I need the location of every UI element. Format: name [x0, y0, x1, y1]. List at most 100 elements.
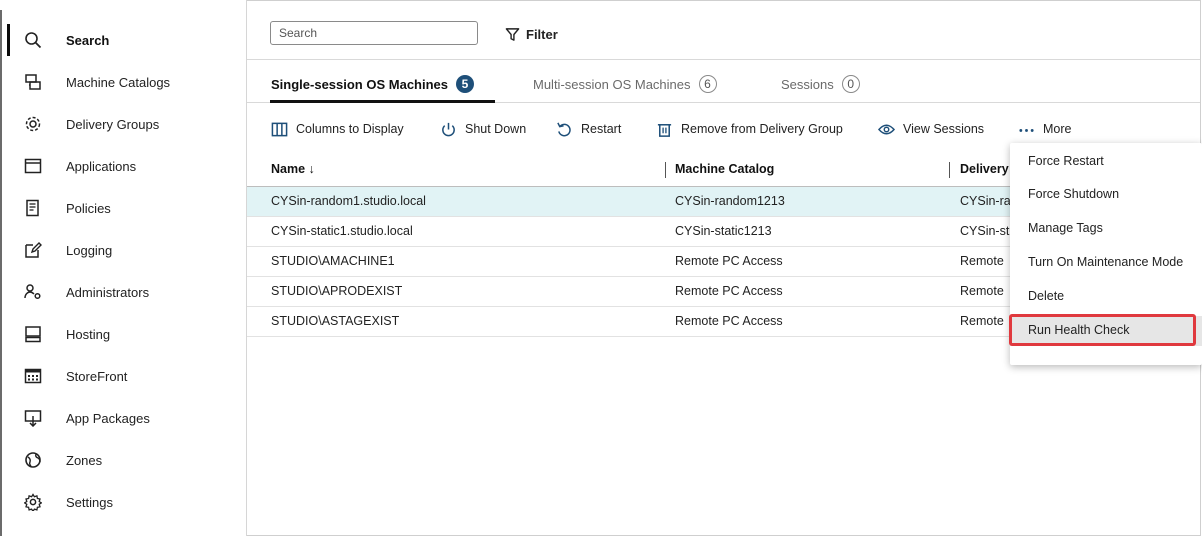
- sidebar-item-zones[interactable]: Zones: [0, 440, 246, 480]
- sidebar-item-policies[interactable]: Policies: [0, 188, 246, 228]
- menu-item-label: Force Shutdown: [1028, 187, 1120, 201]
- settings-icon: [24, 493, 42, 511]
- shut-down-button[interactable]: Shut Down: [440, 120, 526, 138]
- cell-machine-catalog: Remote PC Access: [675, 254, 783, 268]
- sidebar-item-label: Logging: [66, 242, 113, 258]
- view-sessions-button[interactable]: View Sessions: [878, 120, 984, 138]
- menu-item-label: Force Restart: [1028, 154, 1104, 168]
- applications-icon: [24, 157, 42, 175]
- more-dots-icon: [1019, 128, 1034, 132]
- filter-button[interactable]: Filter: [505, 24, 558, 44]
- cell-delivery: CYSin-st: [960, 224, 1010, 238]
- columns-to-display-label: Columns to Display: [296, 122, 404, 136]
- sidebar-item-label: Delivery Groups: [66, 116, 160, 132]
- machine-catalogs-icon: [24, 73, 42, 91]
- remove-from-delivery-group-label: Remove from Delivery Group: [681, 122, 843, 136]
- hosting-icon: [24, 325, 42, 343]
- cell-delivery: Remote: [960, 254, 1004, 268]
- search-box: [270, 21, 478, 45]
- cell-name: CYSin-random1.studio.local: [271, 194, 426, 208]
- sidebar-item-label: Machine Catalogs: [66, 74, 171, 90]
- sidebar-item-applications[interactable]: Applications: [0, 146, 246, 186]
- policies-icon: [24, 199, 42, 217]
- delivery-groups-icon: [24, 115, 42, 133]
- column-separator[interactable]: [949, 162, 950, 178]
- column-header-name[interactable]: Name ↓: [271, 162, 315, 176]
- column-header-delivery[interactable]: Delivery: [960, 162, 1009, 176]
- tab-count-badge: 6: [698, 75, 717, 93]
- sidebar-item-label: Settings: [66, 494, 113, 510]
- eye-icon: [878, 124, 895, 134]
- sidebar: Search Machine Catalogs Delivery Groups …: [0, 0, 247, 536]
- sidebar-item-label: Administrators: [66, 284, 150, 300]
- tab-label: Single-session OS Machines: [271, 76, 448, 92]
- trash-icon: [657, 123, 672, 137]
- search-input[interactable]: [271, 22, 477, 44]
- menu-item-turn-on-maintenance-mode[interactable]: Turn On Maintenance Mode: [1010, 248, 1202, 278]
- sidebar-item-label: App Packages: [66, 410, 150, 426]
- cell-name: STUDIO\APRODEXIST: [271, 284, 403, 298]
- menu-item-label: Manage Tags: [1028, 221, 1103, 235]
- zones-icon: [24, 451, 42, 469]
- cell-machine-catalog: CYSin-random1213: [675, 194, 785, 208]
- cell-name: STUDIO\AMACHINE1: [271, 254, 395, 268]
- sidebar-item-logging[interactable]: Logging: [0, 230, 246, 270]
- app-packages-icon: [24, 409, 42, 427]
- sidebar-item-label: Zones: [66, 452, 103, 468]
- tab-sessions[interactable]: Sessions 0: [781, 74, 860, 94]
- sidebar-item-storefront[interactable]: StoreFront: [0, 356, 246, 396]
- menu-item-delete[interactable]: Delete: [1010, 282, 1202, 312]
- sidebar-item-settings[interactable]: Settings: [0, 482, 246, 522]
- sidebar-item-label: StoreFront: [66, 368, 128, 384]
- active-tab-indicator: [270, 100, 495, 103]
- restart-icon: [557, 122, 571, 136]
- more-button[interactable]: More: [1018, 120, 1071, 138]
- search-icon: [24, 31, 42, 49]
- menu-item-label: Delete: [1028, 289, 1065, 303]
- tab-count-badge: 5: [456, 75, 474, 93]
- filter-label: Filter: [526, 26, 558, 42]
- cell-delivery: CYSin-ra: [960, 194, 1010, 208]
- sidebar-item-label: Hosting: [66, 326, 111, 342]
- menu-item-manage-tags[interactable]: Manage Tags: [1010, 214, 1202, 244]
- sidebar-item-search[interactable]: Search: [0, 20, 246, 60]
- sidebar-item-label: Policies: [66, 200, 111, 216]
- sidebar-item-label: Applications: [66, 158, 137, 174]
- top-divider: [247, 59, 1200, 60]
- column-header-machine-catalog[interactable]: Machine Catalog: [675, 162, 774, 176]
- tab-label: Multi-session OS Machines: [533, 76, 691, 92]
- restart-button[interactable]: Restart: [556, 120, 621, 138]
- cell-machine-catalog: CYSin-static1213: [675, 224, 772, 238]
- columns-icon: [271, 122, 288, 136]
- more-label: More: [1043, 122, 1072, 136]
- sidebar-item-label: Search: [66, 32, 110, 48]
- cell-name: STUDIO\ASTAGEXIST: [271, 314, 400, 328]
- tab-label: Sessions: [781, 76, 834, 92]
- power-icon: [442, 122, 455, 136]
- menu-item-force-restart[interactable]: Force Restart: [1010, 147, 1202, 177]
- storefront-icon: [24, 367, 42, 385]
- sidebar-item-machine-catalogs[interactable]: Machine Catalogs: [0, 62, 246, 102]
- remove-from-delivery-group-button[interactable]: Remove from Delivery Group: [656, 120, 843, 138]
- tab-count-badge: 0: [841, 75, 860, 93]
- cell-machine-catalog: Remote PC Access: [675, 314, 783, 328]
- sidebar-item-app-packages[interactable]: App Packages: [0, 398, 246, 438]
- columns-to-display-button[interactable]: Columns to Display: [271, 120, 404, 138]
- cell-delivery: Remote: [960, 284, 1004, 298]
- shut-down-label: Shut Down: [465, 122, 527, 136]
- cell-machine-catalog: Remote PC Access: [675, 284, 783, 298]
- restart-label: Restart: [581, 122, 622, 136]
- sidebar-item-administrators[interactable]: Administrators: [0, 272, 246, 312]
- menu-item-label: Turn On Maintenance Mode: [1028, 255, 1184, 269]
- column-separator[interactable]: [665, 162, 666, 178]
- sidebar-item-delivery-groups[interactable]: Delivery Groups: [0, 104, 246, 144]
- cell-delivery: Remote: [960, 314, 1004, 328]
- view-sessions-label: View Sessions: [903, 122, 985, 136]
- menu-item-force-shutdown[interactable]: Force Shutdown: [1010, 180, 1202, 210]
- cell-name: CYSin-static1.studio.local: [271, 224, 413, 238]
- tab-single-session[interactable]: Single-session OS Machines 5: [271, 74, 474, 94]
- sidebar-item-hosting[interactable]: Hosting: [0, 314, 246, 354]
- administrators-icon: [24, 283, 42, 301]
- logging-icon: [24, 241, 42, 259]
- tab-multi-session[interactable]: Multi-session OS Machines 6: [533, 74, 717, 94]
